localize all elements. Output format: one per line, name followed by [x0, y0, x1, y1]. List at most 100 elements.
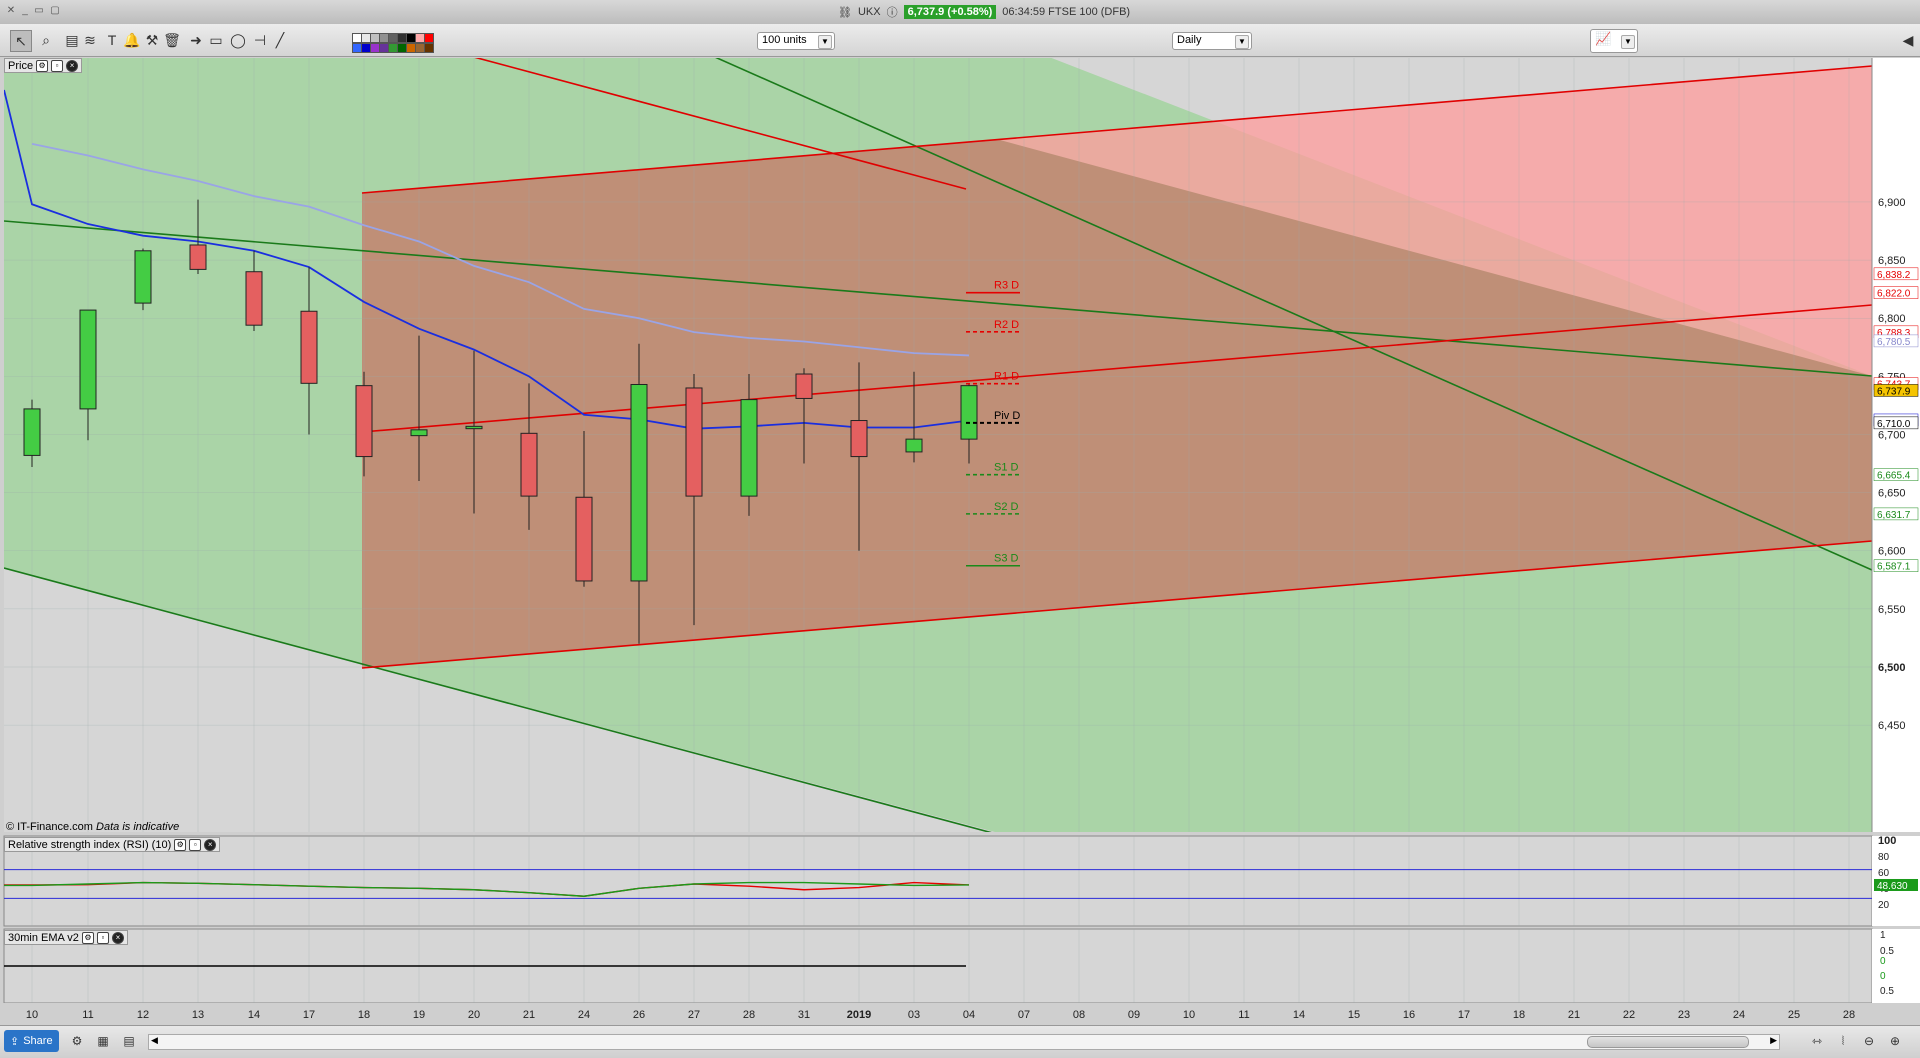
- y-tick-label: 6,900: [1878, 197, 1906, 209]
- close-icon[interactable]: ×: [204, 838, 217, 851]
- y-tick-label: 6,850: [1878, 255, 1906, 267]
- color-swatch[interactable]: [424, 43, 434, 53]
- units-select[interactable]: 100 units ▼: [757, 32, 835, 50]
- ema-panel-header: 30min EMA v2 ⚙ ▫ ×: [4, 930, 128, 945]
- candle[interactable]: [134, 248, 152, 311]
- pivot-label: S3 D: [994, 553, 1019, 565]
- fibonacci-icon[interactable]: ▤: [62, 30, 82, 50]
- ellipse-icon[interactable]: ◯: [228, 30, 248, 50]
- x-tick-label: 09: [1128, 1009, 1140, 1021]
- x-tick-label: 13: [192, 1009, 204, 1021]
- close-icon[interactable]: ×: [66, 59, 79, 72]
- y-tick-label: 6,500: [1878, 662, 1906, 674]
- price-axis: [1872, 58, 1920, 832]
- pivot-label: Piv D: [994, 410, 1020, 422]
- bar-spacing-icon[interactable]: ⦚: [1836, 1034, 1850, 1048]
- disclaimer-text: Data is indicative: [96, 821, 180, 833]
- x-tick-label: 24: [1733, 1009, 1745, 1021]
- chart-type-select[interactable]: 📈 ▼: [1590, 29, 1638, 53]
- link-icon[interactable]: ⛓: [838, 6, 852, 19]
- x-tick-label: 08: [1073, 1009, 1085, 1021]
- panel-toggle-icon[interactable]: ◀: [1898, 30, 1918, 50]
- rsi-panel-header: Relative strength index (RSI) (10) ⚙ ▫ ×: [4, 837, 221, 852]
- interval-value: Daily: [1177, 34, 1202, 46]
- horizontal-line-icon[interactable]: ⊣: [250, 30, 270, 50]
- wrench-icon[interactable]: ⚙: [174, 838, 187, 851]
- price-tag: 6,665.4: [1877, 471, 1911, 482]
- arrow-icon[interactable]: ➜: [186, 30, 206, 50]
- text-icon[interactable]: T: [102, 30, 122, 50]
- x-tick-label: 20: [468, 1009, 480, 1021]
- price-tag: 6,587.1: [1877, 562, 1911, 573]
- zoom-icon[interactable]: ⌕: [36, 30, 56, 50]
- pivot-label: S1 D: [994, 462, 1019, 474]
- candle-body: [465, 425, 483, 430]
- wrench-icon[interactable]: ⚙: [81, 931, 94, 944]
- x-tick-label: 14: [1293, 1009, 1305, 1021]
- x-tick-label: 2019: [847, 1009, 871, 1021]
- chart-area[interactable]: R3 D R2 D R1 D Piv D S1 D S2 D S3 D 6,900 6,850 6…: [0, 57, 1920, 1025]
- y-tick-label: 6,700: [1878, 429, 1906, 441]
- candle-body: [134, 250, 152, 304]
- candle-body: [410, 429, 428, 437]
- maximize-window-icon[interactable]: ▢: [50, 6, 60, 16]
- x-tick-label: 17: [1458, 1009, 1470, 1021]
- info-icon[interactable]: ⓘ: [887, 4, 898, 20]
- x-tick-label: 07: [1018, 1009, 1030, 1021]
- trash-icon[interactable]: 🗑: [162, 30, 182, 50]
- settings-icon[interactable]: ⚙: [70, 1034, 84, 1048]
- candle-body: [630, 383, 648, 582]
- share-button[interactable]: ⇪ Share: [4, 1030, 59, 1052]
- zoom-out-icon[interactable]: ⊖: [1862, 1034, 1876, 1048]
- layout-icon[interactable]: ▦: [96, 1034, 110, 1048]
- wrench-icon[interactable]: ⚙: [36, 59, 49, 72]
- x-tick-label: 04: [963, 1009, 975, 1021]
- price-tag: 6,631.7: [1877, 510, 1911, 521]
- price-badge: 6,737.9 (+0.58%): [903, 5, 997, 19]
- restore-window-icon[interactable]: ▭: [34, 6, 44, 16]
- y-tick-label: 6,450: [1878, 720, 1906, 732]
- window-icon[interactable]: ▫: [51, 59, 64, 72]
- color-swatch[interactable]: [424, 33, 434, 43]
- hammer-icon[interactable]: ⚒: [142, 30, 162, 50]
- pointer-icon[interactable]: ↖: [10, 30, 32, 52]
- close-window-icon[interactable]: ✕: [6, 6, 16, 16]
- x-tick-label: 18: [1513, 1009, 1525, 1021]
- close-icon[interactable]: ×: [111, 931, 124, 944]
- window-icon[interactable]: ▫: [96, 931, 109, 944]
- price-panel[interactable]: R3 D R2 D R1 D Piv D S1 D S2 D S3 D: [4, 57, 1872, 835]
- zoom-in-icon[interactable]: ⊕: [1888, 1034, 1902, 1048]
- x-tick-label: 18: [358, 1009, 370, 1021]
- drawing-toolbar: ↖ ⌕ ▤ ≋ T 🔔 ⚒ 🗑 ➜ ▭ ◯ ⊣ ╱ 100 units ▼ Da…: [0, 24, 1920, 57]
- x-tick-label: 12: [137, 1009, 149, 1021]
- scroll-left-icon[interactable]: ◀: [151, 1035, 158, 1046]
- x-tick-label: 17: [303, 1009, 315, 1021]
- minimize-window-icon[interactable]: _: [20, 6, 30, 16]
- window-icon[interactable]: ▫: [189, 838, 202, 851]
- rsi-panel[interactable]: [3, 835, 1873, 927]
- candle-body: [79, 309, 97, 410]
- interval-select[interactable]: Daily ▼: [1172, 32, 1252, 50]
- ema-tick-label: 0: [1880, 956, 1886, 967]
- chart-type-icon: 📈: [1595, 31, 1612, 46]
- raff-channel-icon[interactable]: ≋: [80, 30, 100, 50]
- copyright-text: © IT-Finance.com: [6, 821, 93, 833]
- fit-chart-icon[interactable]: ⇿: [1810, 1034, 1824, 1048]
- x-tick-label: 21: [1568, 1009, 1580, 1021]
- scroll-right-icon[interactable]: ▶: [1770, 1035, 1777, 1046]
- candle-body: [740, 399, 758, 497]
- x-tick-label: 28: [743, 1009, 755, 1021]
- rectangle-icon[interactable]: ▭: [206, 30, 226, 50]
- price-panel-title: Price: [8, 59, 34, 72]
- ema-tick-label: 0: [1880, 971, 1886, 982]
- trend-line-icon[interactable]: ╱: [270, 30, 290, 50]
- share-label: Share: [23, 1035, 53, 1047]
- chevron-down-icon: ▼: [1621, 35, 1635, 49]
- horizontal-scrollbar[interactable]: ◀ ▶: [148, 1034, 1780, 1050]
- candle-body: [905, 438, 923, 453]
- scrollbar-thumb[interactable]: [1587, 1036, 1749, 1048]
- alert-icon[interactable]: 🔔: [122, 30, 142, 50]
- x-tick-label: 31: [798, 1009, 810, 1021]
- window-titlebar: ✕ _ ▭ ▢ ⛓ UKX ⓘ 6,737.9 (+0.58%) 06:34:5…: [0, 0, 1920, 25]
- export-icon[interactable]: ▤: [122, 1034, 136, 1048]
